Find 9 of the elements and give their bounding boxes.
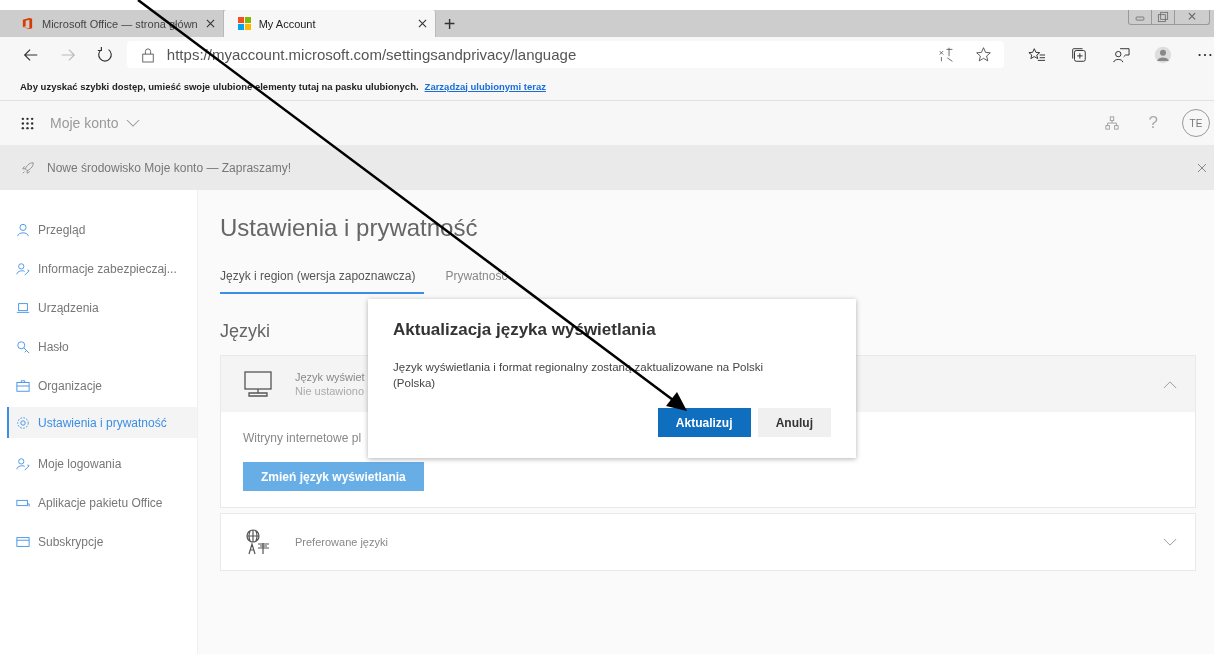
tab-title: My Account (258, 17, 317, 30)
favorites-bar-hint: Aby uzyskać szybki dostęp, umieść swoje ulubione elementy tutaj na pasku ulubionych. (20, 80, 419, 92)
tab-title: Microsoft Office — strona główn (42, 17, 198, 30)
card-description: Witryny internetowe pl (243, 431, 362, 445)
section-title: Języki (220, 321, 270, 343)
card-title: Język wyświet (295, 371, 365, 383)
card-subtitle: Nie ustawiono (295, 385, 365, 397)
banner-message: Nowe środowisko Moje konto — Zapraszamy! (47, 160, 292, 175)
card-title: Preferowane języki (295, 536, 388, 548)
